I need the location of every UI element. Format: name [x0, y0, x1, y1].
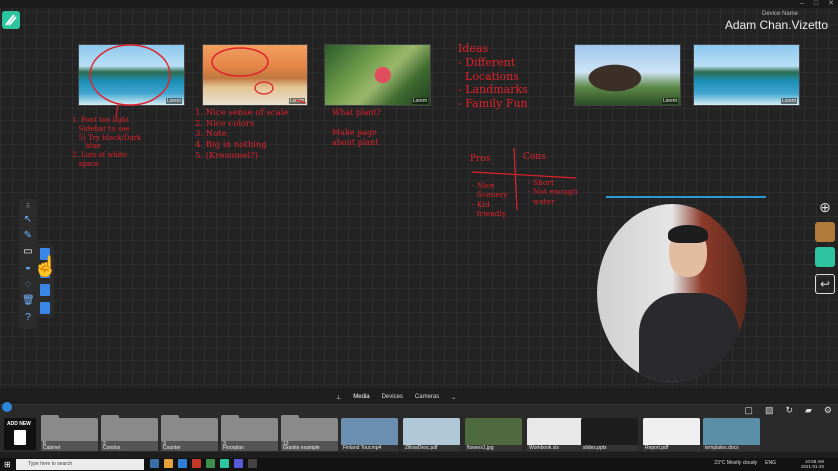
file-thumb[interactable]: Report.pdf — [643, 418, 700, 451]
file-name: Workbook.xls — [527, 445, 584, 451]
add-new-label: ADD NEW — [7, 421, 31, 427]
collapse-tray-icon[interactable] — [2, 402, 12, 412]
taskbar-search-input[interactable]: Type here to search — [16, 459, 144, 470]
taskbar-clock[interactable]: 10:58 AM 2021-01-20 — [801, 459, 824, 469]
folder-item[interactable]: 2 Condos — [101, 415, 158, 451]
board-photo-lagoon[interactable]: Lorem — [78, 44, 185, 106]
folder-name: Granite example — [283, 445, 320, 451]
media-tabs: ⊥ Media Devices Cameras ⌄ — [330, 390, 510, 404]
window-controls: – □ ✕ — [800, 0, 834, 8]
note-pros-list: - Nice Scenery - Kid friendly — [472, 181, 508, 219]
app-logo-icon[interactable] — [2, 11, 20, 29]
delete-tool-icon[interactable]: 🗑 — [22, 295, 35, 307]
pen-tool-icon[interactable]: ✎ — [22, 230, 34, 242]
pdf-icon[interactable] — [40, 284, 50, 296]
help-icon[interactable]: ? — [22, 312, 34, 324]
close-button[interactable]: ✕ — [828, 0, 834, 8]
window-icon[interactable]: ▢ — [744, 405, 753, 416]
note-cons-list: - Short - Not enough water — [528, 178, 578, 206]
lasso-tool-icon[interactable]: ◌ — [22, 279, 34, 291]
note-feedback-3: What plant? Make page about plant — [332, 108, 382, 147]
user-name: Adam Chan.Vizetto — [724, 18, 828, 32]
board-photo-lagoon-2[interactable]: Lorem — [693, 44, 800, 106]
maximize-button[interactable]: □ — [814, 0, 818, 8]
tab-media[interactable]: Media — [353, 394, 369, 400]
tab-devices[interactable]: Devices — [382, 394, 403, 400]
photo-caption: Lorem — [780, 98, 797, 104]
file-thumb[interactable]: ZillowDesc.pdf — [403, 418, 460, 451]
language-indicator[interactable]: ENG — [765, 460, 776, 466]
photo-caption: Lorem — [165, 98, 182, 104]
refresh-icon[interactable]: ↻ — [785, 405, 793, 416]
folder-item[interactable]: 12 Granite example — [281, 415, 338, 451]
folder-name: Cabinet — [43, 445, 61, 451]
folder-item[interactable]: 3 Floorplan — [221, 415, 278, 451]
select-all-icon[interactable]: ▧ — [765, 405, 774, 416]
file-thumb[interactable]: flowers1.jpg — [465, 418, 522, 451]
taskview-icon[interactable] — [150, 459, 159, 468]
whiteboard-app-icon[interactable] — [220, 459, 229, 468]
file-thumb[interactable]: templates.docx — [703, 418, 760, 451]
briefcase-icon[interactable] — [815, 222, 835, 242]
folder-name: Counter — [163, 445, 181, 451]
system-tray: 23°C Mostly cloudy ENG — [714, 460, 776, 466]
photo-caption: Lorem — [411, 98, 428, 104]
webcam-person-hair — [667, 225, 708, 244]
doc-icon[interactable] — [40, 302, 50, 314]
file-name: templates.docx — [703, 445, 760, 451]
chevron-down-icon[interactable]: ⌄ — [451, 394, 456, 401]
board-photo-plant[interactable]: Lorem — [324, 44, 431, 106]
folder-icon[interactable]: ▰ — [805, 405, 812, 416]
board-photo-statue[interactable]: Lorem — [574, 44, 681, 106]
webcam-person-body — [639, 293, 739, 382]
minimize-button[interactable]: – — [800, 0, 804, 8]
windows-start-icon[interactable]: ⊞ — [4, 460, 13, 469]
board-photo-desert[interactable]: Lorem — [202, 44, 308, 106]
add-doc-icon — [14, 430, 26, 445]
file-thumb[interactable]: Workbook.xls — [527, 418, 584, 451]
hand-cursor-icon: ☝ — [33, 256, 58, 278]
tab-cameras[interactable]: Cameras — [415, 394, 439, 400]
excel-icon[interactable] — [206, 459, 215, 468]
photo-caption: Lorem — [661, 98, 678, 104]
device-name-label: Device Name — [761, 11, 798, 17]
file-name: Finland Tour.mp4 — [341, 445, 398, 451]
file-thumb[interactable]: slides.pptx — [581, 418, 638, 451]
file-name: flowers1.jpg — [465, 445, 522, 451]
folder-name: Condos — [103, 445, 121, 451]
globe-icon[interactable]: ⊕ — [815, 197, 835, 217]
exit-icon[interactable]: ↩ — [815, 274, 835, 294]
folder-name: Floorplan — [223, 445, 244, 451]
teams-icon[interactable] — [234, 459, 243, 468]
file-name: Report.pdf — [643, 445, 700, 451]
add-new-button[interactable]: ADD NEW — [4, 418, 36, 450]
office-icon[interactable] — [192, 459, 201, 468]
blue-ink-line — [606, 196, 766, 198]
taskbar-apps — [150, 459, 257, 468]
weather-text[interactable]: 23°C Mostly cloudy — [714, 460, 757, 466]
note-cons-title: Cons — [523, 152, 546, 162]
note-feedback-2: 1. Nice sense of scale 2. Nice colors 3.… — [195, 108, 289, 161]
gear-icon[interactable]: ⚙ — [824, 405, 832, 416]
file-thumb[interactable]: Finland Tour.mp4 — [341, 418, 398, 451]
pin-icon[interactable]: ⊥ — [336, 394, 341, 401]
file-explorer-icon[interactable] — [164, 459, 173, 468]
file-name: slides.pptx — [581, 445, 638, 451]
tray-toolbar: ▢ ▧ ↻ ▰ ⚙ — [744, 405, 832, 416]
app-switch-icon[interactable] — [815, 247, 835, 267]
edge-icon[interactable] — [178, 459, 187, 468]
folder-item[interactable]: 3 Counter — [161, 415, 218, 451]
note-ideas: Ideas - Different Locations - Landmarks … — [458, 42, 528, 110]
folder-item[interactable]: 8 Cabinet — [41, 415, 98, 451]
select-tool-icon[interactable]: ↖ — [22, 214, 34, 226]
note-pros-title: Pros — [470, 154, 491, 164]
toolbar-handle-icon[interactable]: ⠿ — [22, 201, 34, 213]
photo-caption: Lorem — [288, 98, 305, 104]
webcam-feed[interactable] — [597, 204, 747, 382]
note-feedback-1: 1. Font too light Sidebar to see 5) Try … — [72, 116, 142, 168]
title-bar — [0, 0, 838, 8]
file-name: ZillowDesc.pdf — [403, 445, 460, 451]
clock-date: 2021-01-20 — [800, 464, 824, 469]
app-icon[interactable] — [248, 459, 257, 468]
